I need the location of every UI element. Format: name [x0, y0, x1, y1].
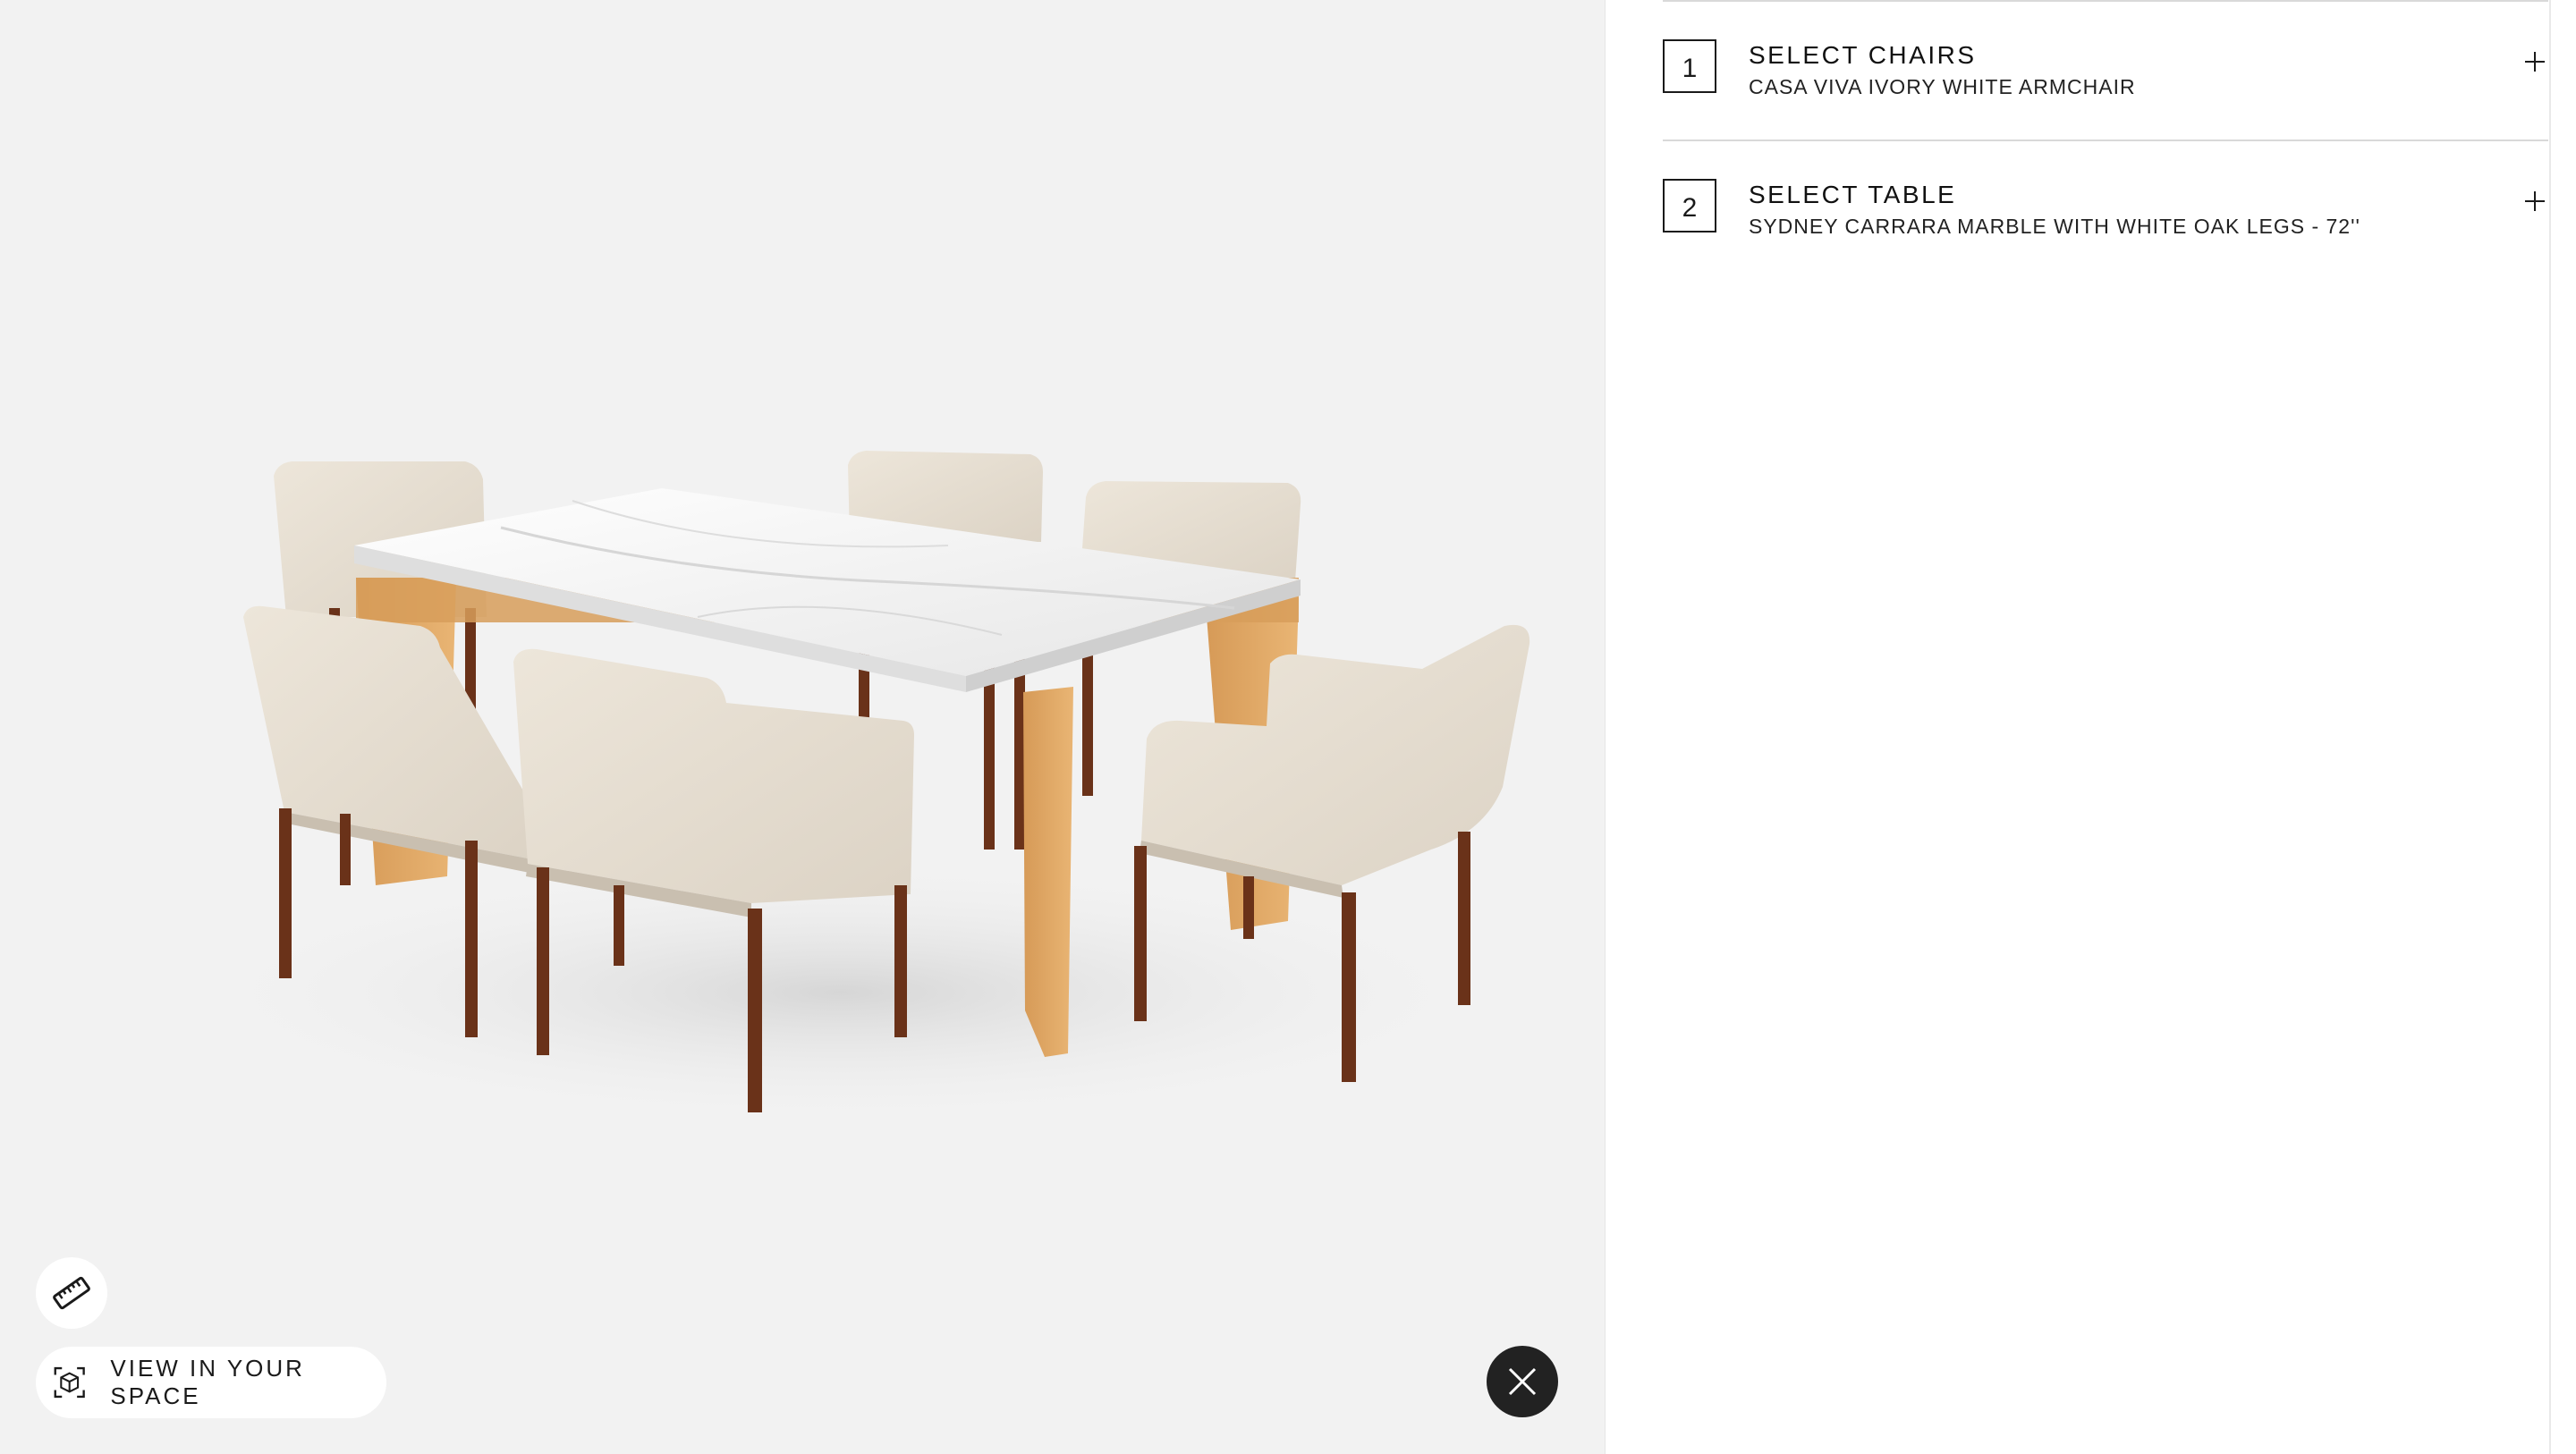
step-selection: SYDNEY CARRARA MARBLE WITH WHITE OAK LEG… — [1749, 215, 2360, 238]
close-button[interactable] — [1487, 1346, 1558, 1417]
floor-shadow — [161, 858, 1521, 1127]
close-icon — [1508, 1367, 1537, 1396]
step-select-chairs[interactable]: 1 SELECT CHAIRS CASA VIVA IVORY WHITE AR… — [1663, 0, 2548, 139]
step-title: SELECT TABLE — [1749, 181, 1957, 208]
dining-set-3d-render[interactable] — [0, 0, 1605, 1454]
table-leg-front — [1023, 687, 1073, 1057]
ruler-icon — [53, 1276, 90, 1310]
measure-button[interactable] — [36, 1257, 107, 1329]
plus-icon[interactable] — [2521, 188, 2548, 215]
plus-icon[interactable] — [2521, 48, 2548, 75]
view-in-your-space-label: VIEW IN YOUR SPACE — [110, 1355, 305, 1409]
product-3d-viewer[interactable]: VIEW IN YOUR SPACE — [0, 0, 1605, 1454]
ar-cube-icon — [54, 1366, 85, 1399]
step-number: 2 — [1663, 179, 1716, 232]
step-number: 1 — [1663, 39, 1716, 93]
configurator-panel: 1 SELECT CHAIRS CASA VIVA IVORY WHITE AR… — [1605, 0, 2576, 1454]
view-in-your-space-button[interactable]: VIEW IN YOUR SPACE — [36, 1347, 386, 1418]
step-selection: CASA VIVA IVORY WHITE ARMCHAIR — [1749, 75, 2136, 98]
step-select-table[interactable]: 2 SELECT TABLE SYDNEY CARRARA MARBLE WIT… — [1663, 139, 2548, 278]
step-title: SELECT CHAIRS — [1749, 41, 1977, 69]
scrollbar-track[interactable] — [2549, 0, 2551, 1454]
